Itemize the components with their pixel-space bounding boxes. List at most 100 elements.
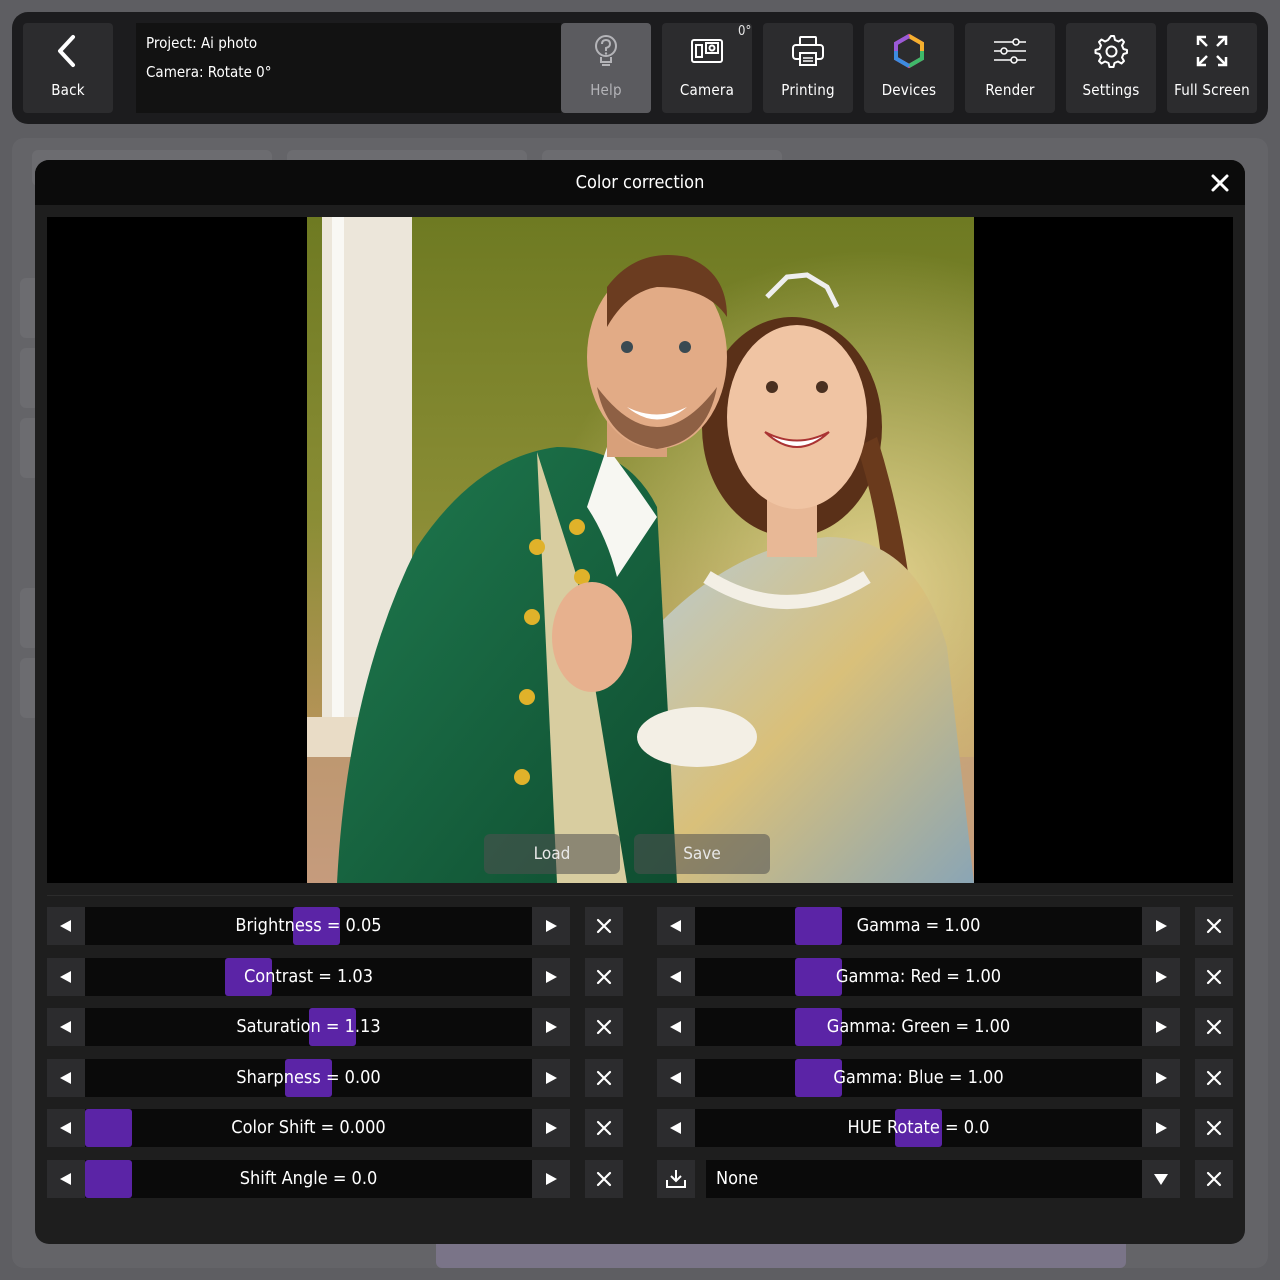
printing-button[interactable]: Printing [763,23,853,113]
slider-track[interactable]: Sharpness = 0.00 [85,1059,532,1097]
slider-thumb[interactable] [795,1059,842,1097]
preset-select[interactable]: None [706,1160,1142,1198]
slider-track[interactable]: Shift Angle = 0.0 [85,1160,532,1198]
decrease-button[interactable] [657,1008,695,1046]
slider-thumb[interactable] [795,907,842,945]
increase-button[interactable] [532,1059,570,1097]
full-screen-button[interactable]: Full Screen [1167,23,1257,113]
printing-label: Printing [781,81,835,99]
reset-button[interactable] [1195,1008,1233,1046]
close-icon [596,1070,612,1086]
slider-track[interactable]: Gamma: Red = 1.00 [695,958,1142,996]
increase-button[interactable] [532,1160,570,1198]
preset-dropdown-button[interactable] [1142,1160,1180,1198]
load-preset-button[interactable] [657,1160,695,1198]
reset-button[interactable] [585,958,623,996]
slider-thumb[interactable] [795,958,842,996]
decrease-button[interactable] [47,1109,85,1147]
reset-button[interactable] [585,1160,623,1198]
decrease-button[interactable] [657,907,695,945]
reset-button[interactable] [585,1008,623,1046]
slider-thumb[interactable] [293,907,340,945]
project-info-panel: Project: Ai photo Camera: Rotate 0° [136,23,561,113]
triangle-right-icon [546,1072,557,1084]
preset-reset-button[interactable] [1195,1160,1233,1198]
close-icon [1206,1171,1222,1187]
slider-thumb[interactable] [225,958,272,996]
decrease-button[interactable] [47,958,85,996]
increase-button[interactable] [1142,907,1180,945]
slider-track[interactable]: Saturation = 1.13 [85,1008,532,1046]
slider-label: Gamma = 1.00 [856,915,981,936]
slider-track[interactable]: Color Shift = 0.000 [85,1109,532,1147]
reset-button[interactable] [1195,907,1233,945]
slider-row: HUE Rotate = 0.0 [657,1109,1233,1147]
settings-button[interactable]: Settings [1066,23,1156,113]
reset-button[interactable] [585,907,623,945]
gear-icon [1094,35,1128,68]
slider-thumb[interactable] [285,1059,332,1097]
slider-thumb[interactable] [309,1008,356,1046]
reset-button[interactable] [1195,958,1233,996]
increase-button[interactable] [532,907,570,945]
triangle-left-icon [670,920,681,932]
increase-button[interactable] [532,1109,570,1147]
decrease-button[interactable] [657,958,695,996]
slider-track[interactable]: Gamma: Green = 1.00 [695,1008,1142,1046]
slider-thumb[interactable] [85,1109,132,1147]
triangle-right-icon [546,1173,557,1185]
preset-row: None [657,1160,1233,1198]
load-button[interactable]: Load [484,834,620,874]
slider-track[interactable]: Gamma = 1.00 [695,907,1142,945]
slider-label: Gamma: Green = 1.00 [826,1016,1011,1037]
close-icon[interactable] [1207,170,1233,196]
decrease-button[interactable] [47,1008,85,1046]
close-icon [596,1120,612,1136]
decrease-button[interactable] [47,907,85,945]
slider-thumb[interactable] [85,1160,132,1198]
preset-select-value: None [716,1168,759,1189]
settings-label: Settings [1082,81,1140,99]
slider-track[interactable]: HUE Rotate = 0.0 [695,1109,1142,1147]
triangle-left-icon [60,1122,71,1134]
camera-icon [691,39,723,63]
reset-button[interactable] [585,1109,623,1147]
devices-button[interactable]: Devices [864,23,954,113]
reset-button[interactable] [585,1059,623,1097]
decrease-button[interactable] [47,1059,85,1097]
back-button[interactable]: Back [23,23,113,113]
increase-button[interactable] [532,958,570,996]
slider-thumb[interactable] [895,1109,942,1147]
triangle-right-icon [546,971,557,983]
help-button[interactable]: Help [561,23,651,113]
decrease-button[interactable] [657,1059,695,1097]
camera-label: Camera [679,81,735,99]
increase-button[interactable] [1142,1059,1180,1097]
preview-photo [307,217,974,883]
slider-track[interactable]: Contrast = 1.03 [85,958,532,996]
sliders-icon [994,38,1026,64]
slider-label: Gamma: Blue = 1.00 [833,1067,1004,1088]
increase-button[interactable] [1142,958,1180,996]
triangle-right-icon [1156,1021,1167,1033]
dialog-title: Color correction [575,172,705,193]
reset-button[interactable] [1195,1059,1233,1097]
slider-track[interactable]: Brightness = 0.05 [85,907,532,945]
increase-button[interactable] [1142,1008,1180,1046]
save-button[interactable]: Save [634,834,770,874]
increase-button[interactable] [532,1008,570,1046]
triangle-left-icon [670,1021,681,1033]
triangle-right-icon [546,920,557,932]
decrease-button[interactable] [657,1109,695,1147]
download-icon [666,1170,686,1188]
slider-thumb[interactable] [795,1008,842,1046]
increase-button[interactable] [1142,1109,1180,1147]
slider-track[interactable]: Gamma: Blue = 1.00 [695,1059,1142,1097]
decrease-button[interactable] [47,1160,85,1198]
slider-row: Saturation = 1.13 [47,1008,623,1046]
project-name: Project: Ai photo [146,34,258,52]
reset-button[interactable] [1195,1109,1233,1147]
triangle-right-icon [1156,1072,1167,1084]
help-label: Help [590,81,622,99]
render-button[interactable]: Render [965,23,1055,113]
